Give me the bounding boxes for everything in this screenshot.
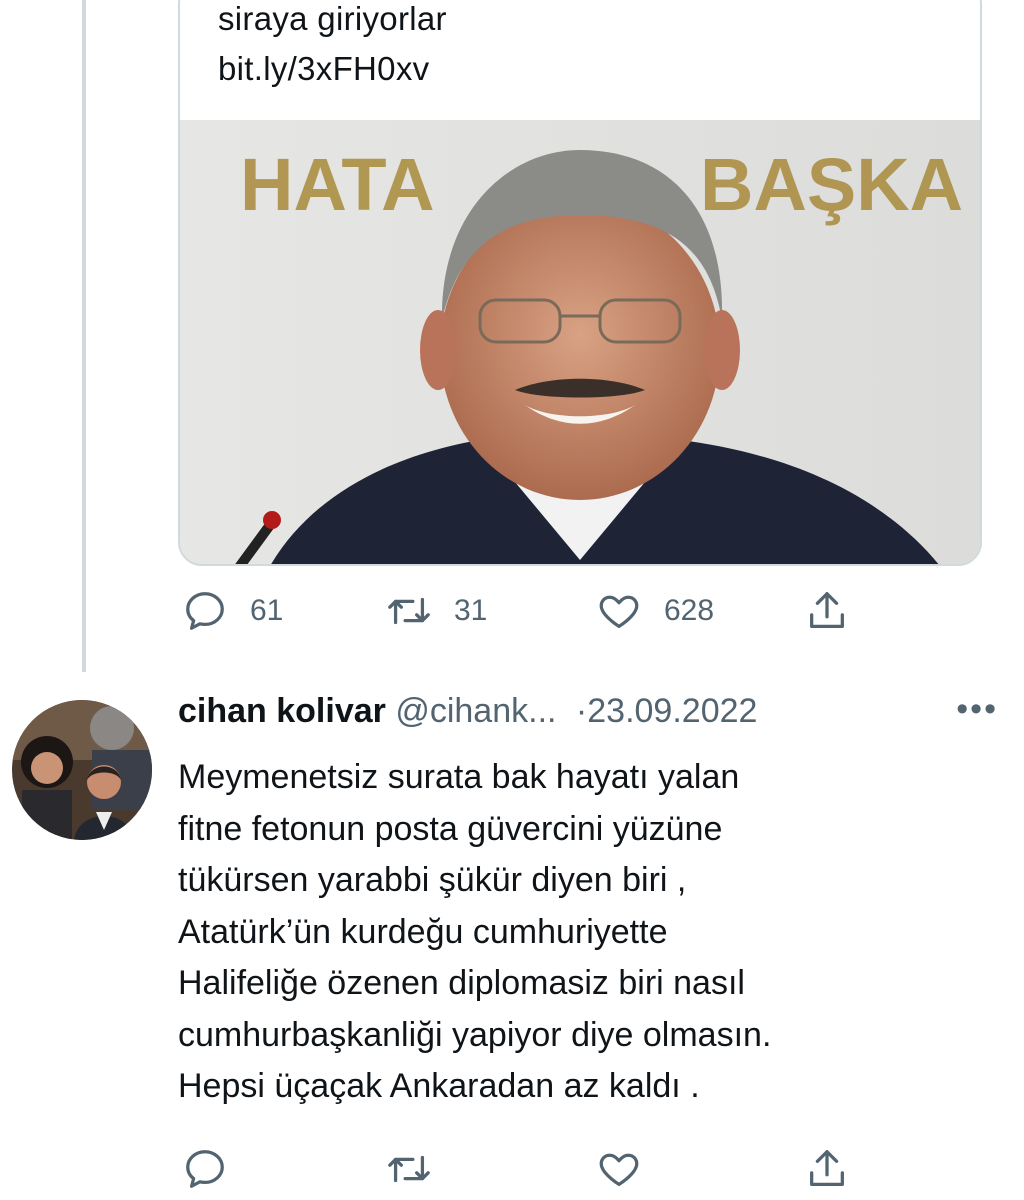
share-icon [810,592,844,628]
avatar[interactable] [12,700,152,840]
share-button[interactable] [804,586,850,636]
sign-text-left: HATA [240,143,435,226]
heart-icon [599,1153,639,1186]
tweet-date[interactable]: 23.09.2022 [587,692,757,730]
card-photo[interactable]: HATA BAŞKA [180,120,980,566]
card-link[interactable]: bit.ly/3xFH0xv [218,50,429,88]
tweet-body-line: Hepsi üçaçak Ankaradan az kaldı . [178,1067,700,1105]
retweet-button[interactable] [386,1144,432,1194]
tweet-header: cihan kolivar @cihank... ·23.09.2022 ••• [178,690,998,742]
card-text-line-1: siraya giriyorlar [218,0,447,37]
thread-connector-line [82,0,86,672]
reply-button[interactable] [182,1144,228,1194]
reply-icon [186,1150,224,1188]
reply-count: 61 [250,594,284,627]
author-name[interactable]: cihan kolivar [178,692,386,730]
author-handle[interactable]: @cihank... [395,692,556,730]
reply-icon [186,592,224,630]
reply-button[interactable]: 61 [182,586,283,636]
tweet-body-line: Halifeliğe özenen diplomasiz biri nasıl [178,964,745,1002]
retweet-icon [388,597,430,625]
tweet-body-line: fitne fetonun posta güvercini yüzüne [178,809,723,848]
tweet-body-line: tükürsen yarabbi şükür diyen biri , [178,861,687,899]
like-button[interactable] [596,1144,642,1194]
heart-icon [599,595,639,628]
retweet-count: 31 [454,594,488,627]
tweet-body: Meymenetsiz surata bak hayatı yalan fitn… [178,752,998,1113]
more-icon[interactable]: ••• [956,690,998,729]
tweet-actions-bar: 61 31 628 [178,586,878,636]
retweet-button[interactable]: 31 [386,586,487,636]
tweet-body-line: Atatürk’ün kurdeğu cumhuriyette [178,912,668,951]
sign-text-right: BAŞKA [700,143,963,226]
link-preview-card[interactable]: siraya giriyorlar bit.ly/3xFH0xv HATA BA… [178,0,982,566]
share-button[interactable] [804,1144,850,1194]
avatar-photo [12,700,152,840]
date-separator: · [575,692,588,730]
tweet-body-line: cumhurbaşkanliği yapiyor diye olmasın. [178,1015,772,1054]
retweet-icon [388,1155,430,1183]
like-count: 628 [664,594,715,627]
like-button[interactable]: 628 [596,586,714,636]
tweet-body-line: Meymenetsiz surata bak hayatı yalan [178,758,740,796]
share-icon [810,1150,844,1186]
tweet-actions-bar [178,1144,878,1194]
